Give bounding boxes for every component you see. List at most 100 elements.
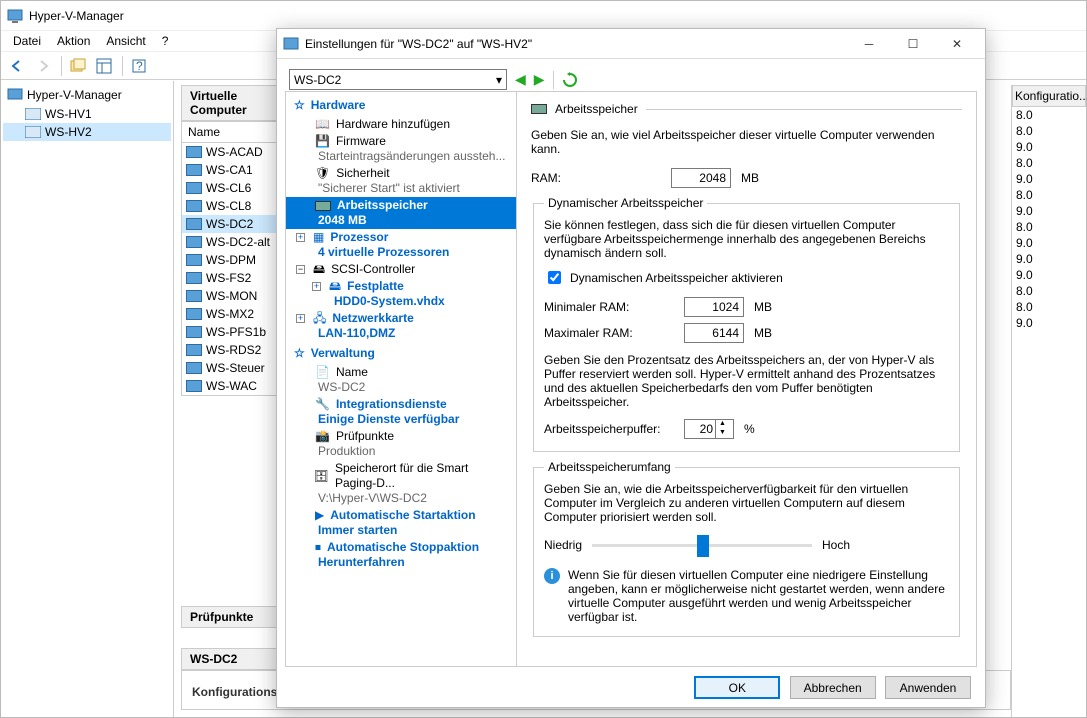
nav-add-hardware[interactable]: 📖 Hardware hinzufügen xyxy=(286,116,516,133)
nav-integration[interactable]: 🔧 IntegrationsdiensteEinige Dienste verf… xyxy=(286,396,516,428)
high-label: Hoch xyxy=(822,538,850,552)
vm-row[interactable]: WS-CL6 xyxy=(182,179,280,197)
vm-row[interactable]: WS-ACAD xyxy=(182,143,280,161)
nav-name[interactable]: 📄 NameWS-DC2 xyxy=(286,364,516,396)
next-button[interactable]: ▶ xyxy=(534,71,545,88)
vm-row[interactable]: WS-DC2-alt xyxy=(182,233,280,251)
config-version-row[interactable]: 9.0 xyxy=(1012,315,1086,331)
tree-host-hv2[interactable]: WS-HV2 xyxy=(3,123,171,141)
settings-icon xyxy=(283,36,299,52)
nav-scsi[interactable]: −🖴 SCSI-Controller xyxy=(286,261,516,278)
config-version-row[interactable]: 8.0 xyxy=(1012,155,1086,171)
tree-host-hv1[interactable]: WS-HV1 xyxy=(3,105,171,123)
dynamic-memory-group: Dynamischer Arbeitsspeicher Sie können f… xyxy=(533,196,960,452)
nav-checkpoints[interactable]: 📸 PrüfpunkteProduktion xyxy=(286,428,516,460)
config-version-row[interactable]: 9.0 xyxy=(1012,203,1086,219)
config-version-row[interactable]: 8.0 xyxy=(1012,219,1086,235)
vm-col-name[interactable]: Name xyxy=(182,122,280,143)
min-ram-input[interactable] xyxy=(684,297,744,317)
nav-security[interactable]: 🛡 Sicherheit"Sicherer Start" ist aktivie… xyxy=(286,165,516,197)
menu-aktion[interactable]: Aktion xyxy=(49,32,98,50)
slider-thumb-icon[interactable] xyxy=(697,535,709,557)
nav-fwd-button[interactable] xyxy=(31,54,55,78)
vm-name: WS-DC2 xyxy=(206,217,253,231)
tree-host-hv1-label: WS-HV1 xyxy=(45,107,92,121)
config-version-row[interactable]: 9.0 xyxy=(1012,139,1086,155)
config-version-row[interactable]: 9.0 xyxy=(1012,267,1086,283)
apply-button[interactable]: Anwenden xyxy=(885,676,971,699)
config-version-row[interactable]: 8.0 xyxy=(1012,187,1086,203)
chevron-down-icon: ▾ xyxy=(496,73,502,87)
vm-row[interactable]: WS-PFS1b xyxy=(182,323,280,341)
close-button[interactable]: ✕ xyxy=(935,30,979,58)
dyn-checkbox-row[interactable]: Dynamischen Arbeitsspeicher aktivieren xyxy=(544,268,949,287)
tb-properties-button[interactable] xyxy=(66,54,90,78)
tb-help-button[interactable]: ? xyxy=(127,54,151,78)
refresh-button[interactable] xyxy=(562,72,578,88)
weight-info: Wenn Sie für diesen virtuellen Computer … xyxy=(568,568,949,624)
vm-row[interactable]: WS-FS2 xyxy=(182,269,280,287)
buffer-text: Geben Sie den Prozentsatz des Arbeitsspe… xyxy=(544,353,949,409)
vm-icon xyxy=(186,164,202,176)
config-version-row[interactable]: 9.0 xyxy=(1012,171,1086,187)
settings-nav-tree[interactable]: ☆Hardware 📖 Hardware hinzufügen 💾 Firmwa… xyxy=(285,91,517,667)
maximize-button[interactable]: ☐ xyxy=(891,30,935,58)
vm-row[interactable]: WS-CL8 xyxy=(182,197,280,215)
host-tree[interactable]: Hyper-V-Manager WS-HV1 WS-HV2 xyxy=(1,81,173,145)
nav-autostart[interactable]: ▶ Automatische StartaktionImmer starten xyxy=(286,507,516,539)
vm-row[interactable]: WS-WAC xyxy=(182,377,280,395)
weight-text: Geben Sie an, wie die Arbeitsspeicherver… xyxy=(544,482,949,524)
management-header: ☆Verwaltung xyxy=(286,342,516,364)
menu-datei[interactable]: Datei xyxy=(5,32,49,50)
collapse-icon[interactable]: − xyxy=(296,265,305,274)
tree-root[interactable]: Hyper-V-Manager xyxy=(3,85,171,105)
config-version-row[interactable]: 8.0 xyxy=(1012,283,1086,299)
weight-slider[interactable] xyxy=(592,544,812,547)
vm-icon xyxy=(186,200,202,212)
prev-button[interactable]: ◀ xyxy=(515,71,526,88)
nav-nic[interactable]: +🖧 NetzwerkkarteLAN-110,DMZ xyxy=(286,310,516,342)
nav-autostop[interactable]: ⏹ Automatische StoppaktionHerunterfahren xyxy=(286,539,516,571)
vm-row[interactable]: WS-Steuer xyxy=(182,359,280,377)
minimize-button[interactable]: ─ xyxy=(847,30,891,58)
menu-help[interactable]: ? xyxy=(154,32,177,50)
vm-select-dropdown[interactable]: WS-DC2 ▾ xyxy=(289,69,507,90)
server-icon xyxy=(25,126,41,138)
ok-button[interactable]: OK xyxy=(694,676,780,699)
menu-ansicht[interactable]: Ansicht xyxy=(98,32,153,50)
nav-paging[interactable]: 🗄 Speicherort für die Smart Paging-D...V… xyxy=(286,460,516,507)
info-icon: i xyxy=(544,568,560,584)
main-titlebar[interactable]: Hyper-V-Manager xyxy=(1,1,1086,31)
vm-row[interactable]: WS-CA1 xyxy=(182,161,280,179)
expand-icon[interactable]: + xyxy=(296,233,305,242)
vm-row[interactable]: WS-DPM xyxy=(182,251,280,269)
config-version-row[interactable]: 8.0 xyxy=(1012,123,1086,139)
buffer-input[interactable] xyxy=(685,421,715,437)
vm-row[interactable]: WS-MX2 xyxy=(182,305,280,323)
buffer-stepper[interactable]: ▲▼ xyxy=(684,419,734,439)
dyn-checkbox[interactable] xyxy=(548,271,561,284)
config-version-row[interactable]: 9.0 xyxy=(1012,251,1086,267)
config-version-row[interactable]: 8.0 xyxy=(1012,107,1086,123)
nav-firmware[interactable]: 💾 FirmwareStarteintragsänderungen ausste… xyxy=(286,133,516,165)
ram-label: RAM: xyxy=(531,171,661,185)
settings-titlebar[interactable]: Einstellungen für "WS-DC2" auf "WS-HV2" … xyxy=(277,29,985,59)
nav-hdd[interactable]: +🖴 FestplatteHDD0-System.vhdx xyxy=(286,278,516,310)
ram-input[interactable] xyxy=(671,168,731,188)
nav-back-button[interactable] xyxy=(5,54,29,78)
vm-row[interactable]: WS-RDS2 xyxy=(182,341,280,359)
vm-row[interactable]: WS-DC2 xyxy=(182,215,280,233)
stepper-down-icon[interactable]: ▼ xyxy=(715,429,729,438)
config-version-row[interactable]: 9.0 xyxy=(1012,235,1086,251)
max-ram-input[interactable] xyxy=(684,323,744,343)
rightcol-header[interactable]: Konfiguratio... xyxy=(1012,85,1086,107)
nav-cpu[interactable]: +▦ Prozessor4 virtuelle Prozessoren xyxy=(286,229,516,261)
cancel-button[interactable]: Abbrechen xyxy=(790,676,876,699)
config-version-row[interactable]: 8.0 xyxy=(1012,299,1086,315)
expand-icon[interactable]: + xyxy=(296,314,305,323)
tb-view-button[interactable] xyxy=(92,54,116,78)
vm-row[interactable]: WS-MON xyxy=(182,287,280,305)
stepper-up-icon[interactable]: ▲ xyxy=(715,420,729,429)
nav-memory[interactable]: Arbeitsspeicher2048 MB xyxy=(286,197,516,229)
expand-icon[interactable]: + xyxy=(312,282,321,291)
